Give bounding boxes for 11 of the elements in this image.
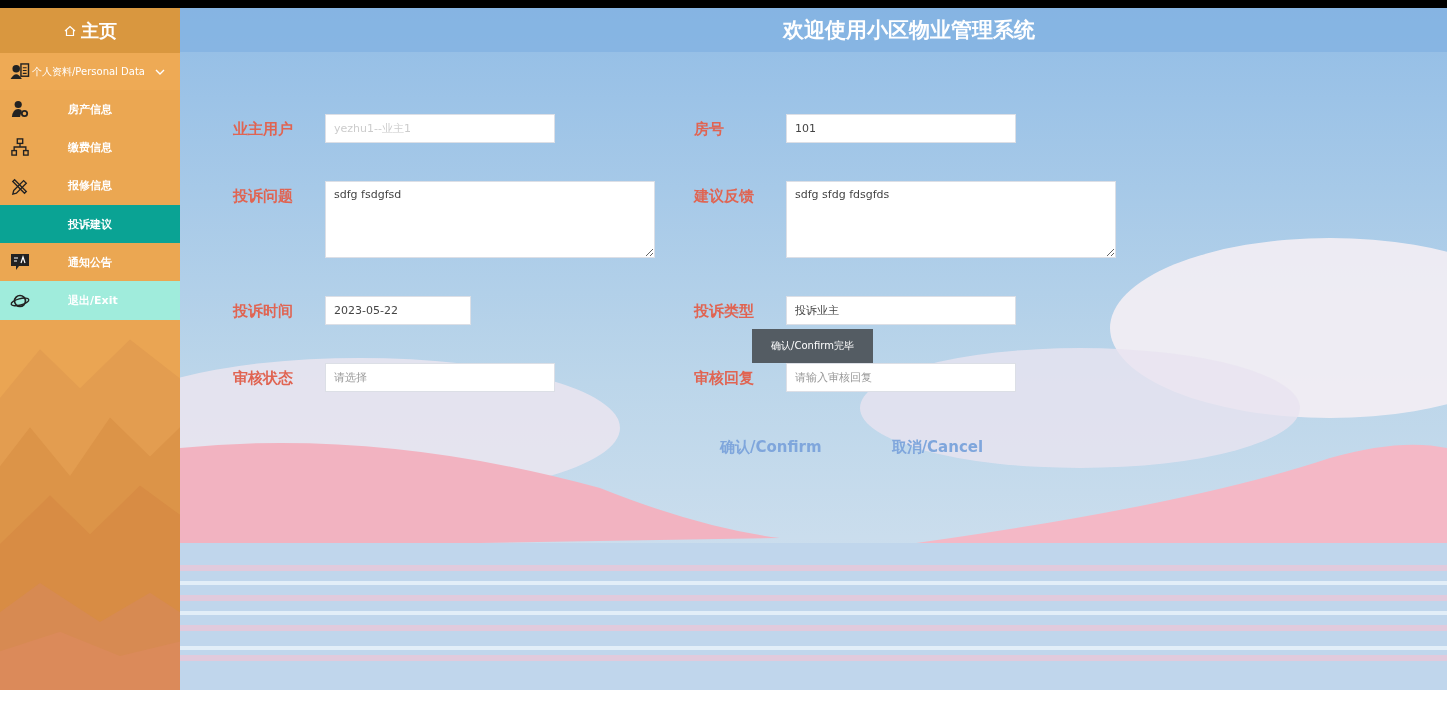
user-gear-icon <box>10 100 30 119</box>
chevron-icon <box>154 68 165 75</box>
org-chart-icon <box>10 138 30 157</box>
home-link[interactable]: 主页 <box>0 8 180 53</box>
menu-item[interactable]: 投诉建议 <box>0 204 180 244</box>
chat-icon <box>10 253 30 272</box>
menu-item[interactable]: 退出/Exit <box>0 281 180 320</box>
user-card-icon <box>10 63 30 80</box>
pencil-ruler-icon <box>10 176 30 195</box>
menu-group[interactable]: 个人资料/Personal Data <box>0 53 180 90</box>
home-icon <box>63 24 76 37</box>
